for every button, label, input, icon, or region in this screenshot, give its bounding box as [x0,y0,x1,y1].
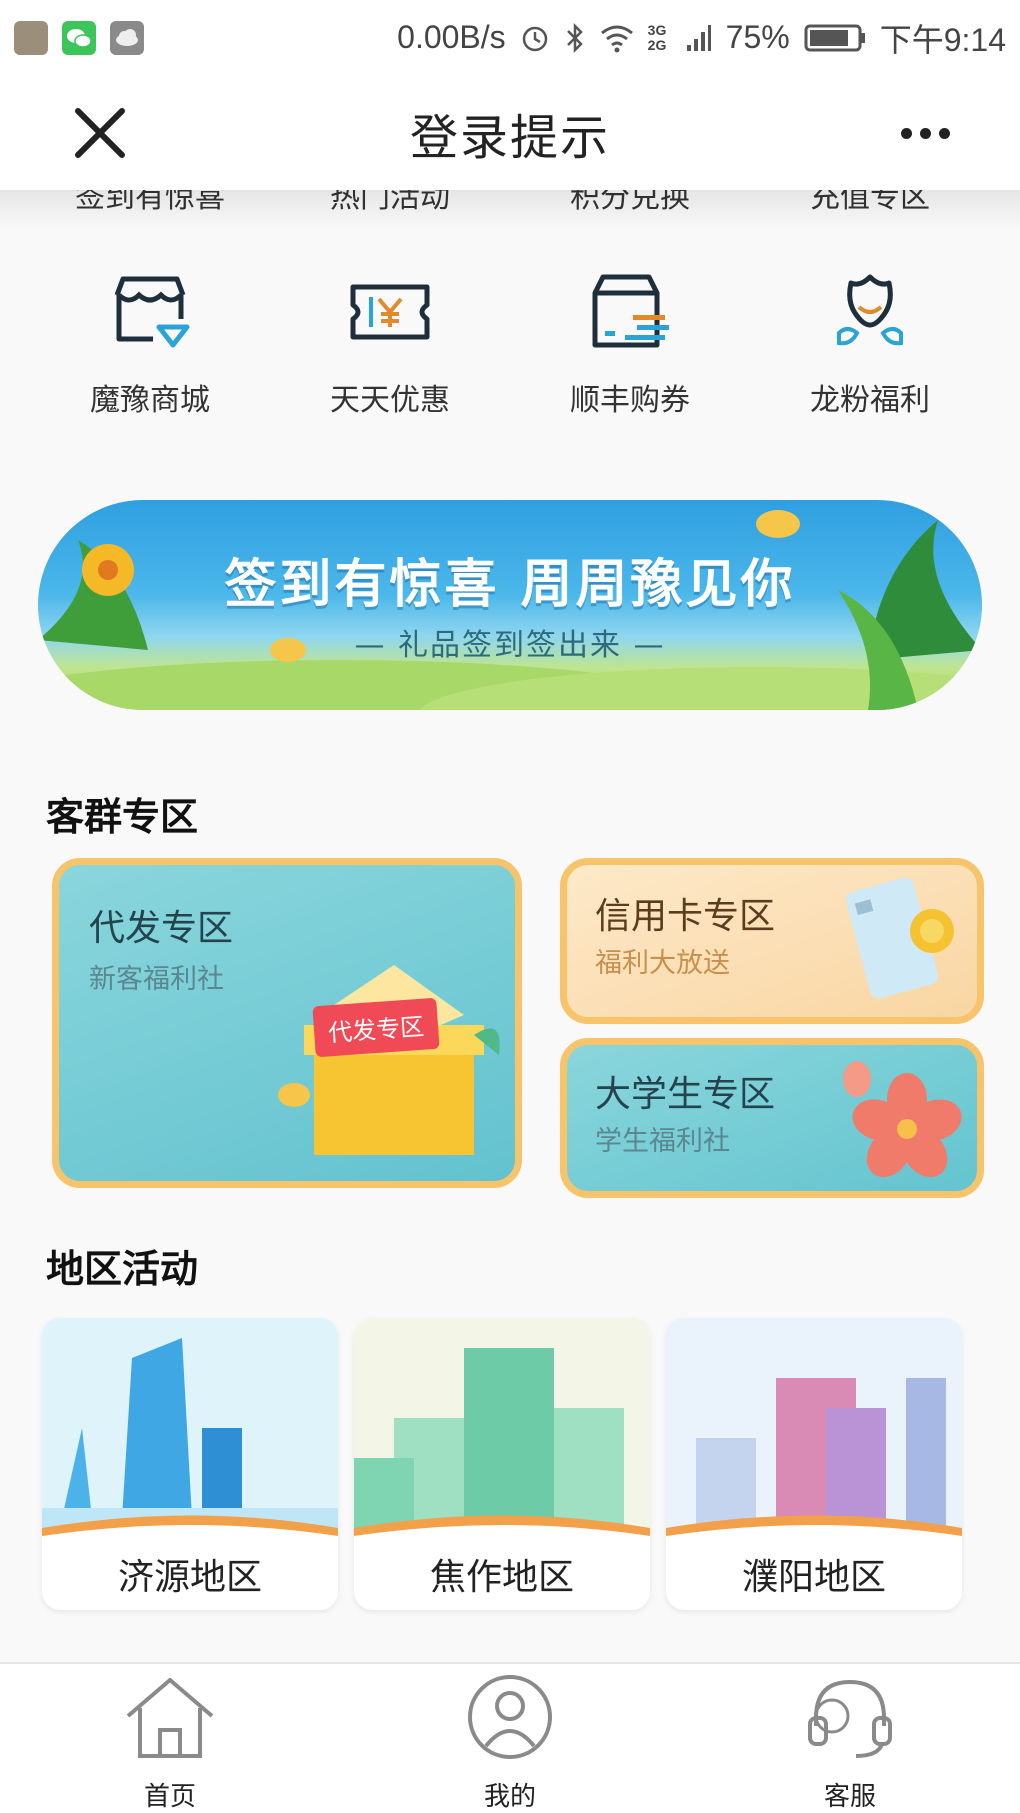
service-label: 天天优惠 [330,383,450,418]
wechat-icon [62,20,96,55]
credit-card-zone-card[interactable]: 信用卡专区 福利大放送 [560,858,984,1024]
coupon-icon [350,284,430,340]
card-subtitle: 福利大放送 [595,948,730,979]
headset-icon [808,1679,892,1758]
tab-label: 首页 [143,1782,196,1812]
app-notification-icon [14,20,48,55]
battery-percent: 75% [725,19,790,55]
tab-label: 客服 [823,1782,876,1812]
flower-icon [843,1061,962,1178]
clock: 下午9:14 [879,21,1006,58]
service-daily-deals[interactable]: 天天优惠 [270,255,510,425]
lotus-icon [837,274,903,346]
shortcut-sign-in[interactable]: 签到有惊喜 [30,190,270,216]
service-label: 顺丰购券 [570,383,690,418]
shortcut-points-exchange[interactable]: 积分兑换 [510,190,750,216]
more-menu-icon[interactable] [890,118,960,148]
card-subtitle: 新客福利社 [89,964,224,995]
cloud-icon [110,20,144,55]
network-speed: 0.00B/s [397,19,506,55]
region-section-title: 地区活动 [46,1247,199,1291]
notification-icons [14,20,144,55]
app-page: 0.00B/s 3G 2G 75% 下午9:14 登录提示 签到有惊喜 热门活动… [0,0,1020,1813]
region-card-puyang[interactable]: 濮阳地区 [666,1318,962,1610]
student-zone-card[interactable]: 大学生专区 学生福利社 [560,1038,984,1198]
region-label: 济源地区 [117,1557,262,1598]
banner-title: 签到有惊喜 周周豫见你 [224,555,796,615]
bottom-tab-bar: 首页 我的 客服 [0,1662,1020,1813]
signal-icon [686,24,711,51]
payroll-zone-card[interactable]: 代发专区 新客福利社 代发专区 [52,858,522,1188]
customer-section-title: 客群专区 [46,795,199,839]
region-label: 焦作地区 [429,1557,574,1598]
city-skyline-illustration [42,1318,338,1550]
gift-box-icon [278,965,500,1155]
card-title: 代发专区 [89,908,234,949]
battery-icon [804,24,865,51]
tab-mine[interactable]: 我的 [410,1672,610,1813]
tab-label: 我的 [483,1782,536,1812]
tab-home[interactable]: 首页 [70,1672,270,1813]
store-icon [114,276,190,348]
alarm-icon [522,26,547,51]
status-bar: 0.00B/s 3G 2G 75% 下午9:14 [0,0,1020,75]
service-label: 龙粉福利 [810,383,930,418]
network-type: 3G 2G [647,21,667,53]
parcel-icon [592,274,669,348]
home-icon [126,1678,214,1758]
card-title: 信用卡专区 [595,896,776,937]
bluetooth-icon [566,22,583,53]
scrolled-shortcut-row: 签到有惊喜 热门活动 积分兑换 充值专区 [0,190,1020,230]
close-icon[interactable] [72,105,128,161]
credit-card-icon [845,877,954,999]
page-title: 登录提示 [409,109,610,166]
user-icon [468,1675,552,1759]
shortcut-hot-activities[interactable]: 热门活动 [270,190,510,216]
service-store[interactable]: 魔豫商城 [30,255,270,425]
status-right: 0.00B/s 3G 2G 75% 下午9:14 [397,15,1006,61]
service-long-fans[interactable]: 龙粉福利 [750,255,990,425]
service-label: 魔豫商城 [90,383,210,418]
shortcut-recharge[interactable]: 充值专区 [750,190,990,216]
service-grid: 魔豫商城 天天优惠 顺丰购券 龙粉福利 [0,255,1020,425]
sign-in-banner[interactable]: 签到有惊喜 周周豫见你 — 礼品签到签出来 — [38,500,982,710]
city-skyline-illustration [666,1318,962,1550]
city-skyline-illustration [354,1318,650,1550]
banner-subtitle: — 礼品签到签出来 — [354,628,666,663]
region-card-jiyuan[interactable]: 济源地区 [42,1318,338,1610]
gift-box-tag: 代发专区 [312,997,440,1058]
region-label: 濮阳地区 [741,1557,886,1598]
service-sf-voucher[interactable]: 顺丰购券 [510,255,750,425]
navigation-bar: 登录提示 [0,75,1020,190]
card-title: 大学生专区 [595,1074,776,1115]
wifi-icon [600,25,633,52]
card-subtitle: 学生福利社 [595,1126,730,1157]
tab-customer-service[interactable]: 客服 [750,1672,950,1813]
region-card-jiaozuo[interactable]: 焦作地区 [354,1318,650,1610]
